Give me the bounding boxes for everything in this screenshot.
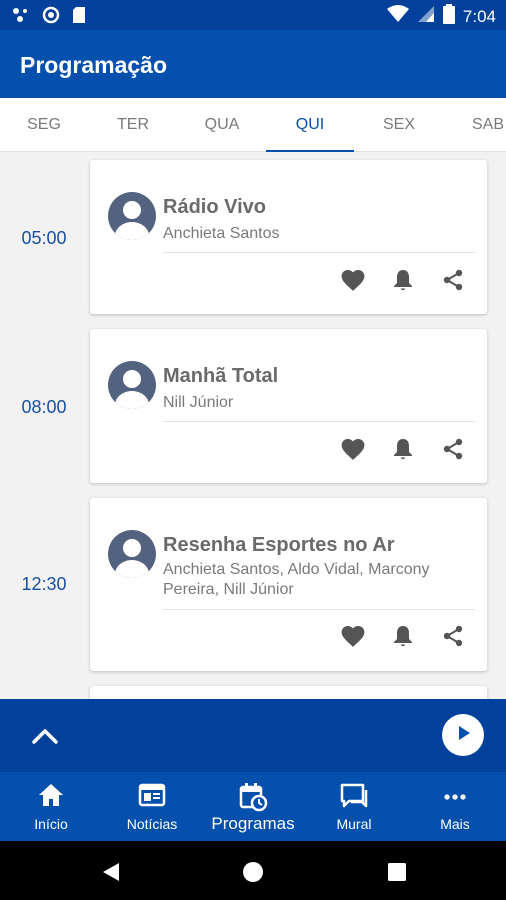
back-icon[interactable] bbox=[100, 861, 122, 883]
program-title: Resenha Esportes no Ar bbox=[163, 534, 395, 556]
schedule-time: 08:00 bbox=[21, 397, 67, 417]
nav-label: Notícias bbox=[126, 816, 178, 832]
play-icon bbox=[453, 723, 473, 748]
nav-label: Início bbox=[34, 816, 68, 832]
bell-icon[interactable] bbox=[389, 435, 417, 463]
nav-item-mais[interactable]: Mais bbox=[405, 772, 505, 841]
tab-qua[interactable]: QUA bbox=[178, 98, 266, 152]
page-title: Programação bbox=[20, 52, 168, 78]
chevron-up-icon[interactable] bbox=[30, 721, 60, 751]
tab-ter[interactable]: TER bbox=[89, 98, 177, 152]
nav-item-noticias[interactable]: Notícias bbox=[102, 772, 202, 841]
tab-qui[interactable]: QUI bbox=[266, 98, 354, 152]
card-divider bbox=[163, 252, 475, 253]
nav-label: Mais bbox=[440, 816, 470, 832]
more-icon bbox=[405, 782, 505, 808]
news-icon bbox=[102, 782, 202, 808]
nav-item-mural[interactable]: Mural bbox=[304, 772, 404, 841]
schedule-time: 05:00 bbox=[21, 228, 67, 248]
share-icon[interactable] bbox=[439, 622, 467, 650]
program-hosts: Anchieta Santos bbox=[163, 225, 280, 242]
bottom-nav: Início Notícias Programas Mural Mais bbox=[0, 772, 506, 841]
bell-icon[interactable] bbox=[389, 622, 417, 650]
program-title: Rádio Vivo bbox=[163, 196, 266, 218]
program-card[interactable]: Manhã Total Nill Júnior bbox=[90, 329, 487, 483]
program-card[interactable] bbox=[90, 686, 487, 699]
heart-icon[interactable] bbox=[339, 622, 367, 650]
play-button[interactable] bbox=[442, 714, 484, 756]
tab-sab[interactable]: SAB bbox=[444, 98, 506, 152]
wifi-icon bbox=[386, 5, 409, 28]
card-divider bbox=[163, 421, 475, 422]
tab-sex[interactable]: SEX bbox=[355, 98, 443, 152]
heart-icon[interactable] bbox=[339, 435, 367, 463]
tab-seg[interactable]: SEG bbox=[0, 98, 88, 152]
program-hosts: Nill Júnior bbox=[163, 394, 234, 411]
chat-icon bbox=[304, 782, 404, 810]
battery-icon bbox=[442, 4, 455, 29]
schedule-time: 12:30 bbox=[21, 574, 67, 594]
share-icon[interactable] bbox=[439, 435, 467, 463]
program-title: Manhã Total bbox=[163, 365, 279, 387]
radio-circle-icon bbox=[42, 6, 60, 29]
avatar bbox=[108, 361, 156, 409]
nav-label: Mural bbox=[336, 816, 372, 832]
avatar bbox=[108, 192, 156, 240]
heart-icon[interactable] bbox=[339, 266, 367, 294]
recents-icon[interactable] bbox=[386, 861, 408, 883]
app-bar: Programação bbox=[0, 30, 506, 98]
cellular-icon bbox=[417, 5, 435, 28]
calendar-clock-icon bbox=[203, 782, 303, 812]
share-icon[interactable] bbox=[439, 266, 467, 294]
nav-item-programas[interactable]: Programas bbox=[203, 772, 303, 841]
card-divider bbox=[163, 609, 475, 610]
system-nav-bar bbox=[0, 841, 506, 900]
home-circle-icon[interactable] bbox=[242, 861, 264, 883]
home-icon bbox=[1, 782, 101, 808]
nav-label: Programas bbox=[211, 814, 295, 833]
status-time: 7:04 bbox=[462, 6, 496, 26]
status-bar: 7:04 bbox=[0, 0, 506, 30]
nav-item-inicio[interactable]: Início bbox=[1, 772, 101, 841]
schedule-list[interactable]: 05:00 Rádio Vivo Anchieta Santos 08:00 M… bbox=[0, 152, 506, 699]
bell-icon[interactable] bbox=[389, 266, 417, 294]
program-hosts: Anchieta Santos, Aldo Vidal, Marcony Per… bbox=[163, 561, 430, 598]
sd-card-icon bbox=[72, 6, 86, 29]
player-bar bbox=[0, 699, 506, 772]
program-card[interactable]: Rádio Vivo Anchieta Santos bbox=[90, 160, 487, 314]
day-tabs: SEG TER QUA QUI SEX SAB bbox=[0, 98, 506, 152]
avatar bbox=[108, 530, 156, 578]
notification-dots-icon bbox=[12, 7, 30, 28]
program-card[interactable]: Resenha Esportes no Ar Anchieta Santos, … bbox=[90, 498, 487, 671]
